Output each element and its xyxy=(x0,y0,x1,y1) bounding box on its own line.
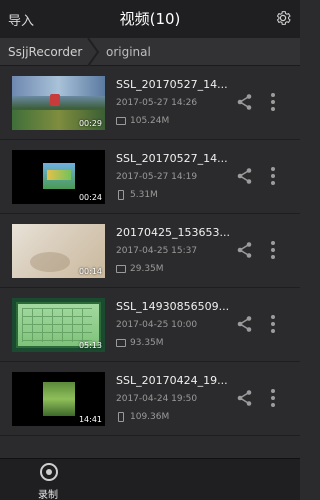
video-duration: 00:24 xyxy=(78,193,102,202)
video-size: 105.24M xyxy=(130,116,170,126)
more-options-icon[interactable] xyxy=(269,313,277,335)
video-size: 109.36M xyxy=(130,412,170,422)
share-icon[interactable] xyxy=(236,389,254,407)
video-thumbnail[interactable]: 00:24 xyxy=(12,150,105,204)
video-list: 00:29 SSL_20170527_14... 2017-05-27 14:2… xyxy=(0,66,300,458)
video-duration: 00:29 xyxy=(78,119,102,128)
video-name: 20170425_153653... xyxy=(116,226,230,239)
breadcrumb-root[interactable]: SsjjRecorder xyxy=(8,38,82,66)
share-icon[interactable] xyxy=(236,315,254,333)
video-date: 2017-04-25 15:37 xyxy=(116,246,198,256)
more-options-icon[interactable] xyxy=(269,165,277,187)
page-title: 视频(10) xyxy=(119,10,181,28)
list-item[interactable]: 05:13 SSL_14930856509... 2017-04-25 10:0… xyxy=(0,288,300,362)
video-date: 2017-04-25 10:00 xyxy=(116,320,198,330)
top-bar: 导入 视频(10) xyxy=(0,0,300,38)
bottom-bar: 录制 xyxy=(0,458,300,500)
video-duration: 05:13 xyxy=(78,341,102,350)
video-duration: 14:41 xyxy=(78,415,102,424)
video-name: SSL_20170527_14... xyxy=(116,78,228,91)
gear-icon[interactable] xyxy=(274,9,292,27)
video-name: SSL_20170527_14... xyxy=(116,152,228,165)
list-item[interactable]: 00:29 SSL_20170527_14... 2017-05-27 14:2… xyxy=(0,66,300,140)
video-duration: 00:14 xyxy=(78,267,102,276)
record-icon[interactable] xyxy=(40,463,58,481)
phone-icon xyxy=(118,412,124,422)
breadcrumb-current[interactable]: original xyxy=(106,38,151,66)
record-label: 录制 xyxy=(38,490,58,500)
video-size: 5.31M xyxy=(130,190,158,200)
list-item[interactable]: 00:24 SSL_20170527_14... 2017-05-27 14:1… xyxy=(0,140,300,214)
screen-icon xyxy=(116,117,126,125)
more-options-icon[interactable] xyxy=(269,239,277,261)
share-icon[interactable] xyxy=(236,241,254,259)
video-thumbnail[interactable]: 00:29 xyxy=(12,76,105,130)
phone-icon xyxy=(118,190,124,200)
video-name: SSL_20170424_19... xyxy=(116,374,228,387)
video-thumbnail[interactable]: 14:41 xyxy=(12,372,105,426)
screen-icon xyxy=(116,339,126,347)
video-size: 93.35M xyxy=(130,338,164,348)
video-thumbnail[interactable]: 00:14 xyxy=(12,224,105,278)
breadcrumb: SsjjRecorder original xyxy=(0,38,300,66)
breadcrumb-chevron-icon xyxy=(87,38,100,66)
more-options-icon[interactable] xyxy=(269,91,277,113)
share-icon[interactable] xyxy=(236,167,254,185)
video-date: 2017-05-27 14:19 xyxy=(116,172,198,182)
video-date: 2017-04-24 19:50 xyxy=(116,394,198,404)
video-thumbnail[interactable]: 05:13 xyxy=(12,298,105,352)
video-name: SSL_14930856509... xyxy=(116,300,230,313)
list-item[interactable]: 00:14 20170425_153653... 2017-04-25 15:3… xyxy=(0,214,300,288)
video-size: 29.35M xyxy=(130,264,164,274)
share-icon[interactable] xyxy=(236,93,254,111)
screen-icon xyxy=(116,265,126,273)
more-options-icon[interactable] xyxy=(269,387,277,409)
video-date: 2017-05-27 14:26 xyxy=(116,98,198,108)
list-item[interactable]: 14:41 SSL_20170424_19... 2017-04-24 19:5… xyxy=(0,362,300,436)
